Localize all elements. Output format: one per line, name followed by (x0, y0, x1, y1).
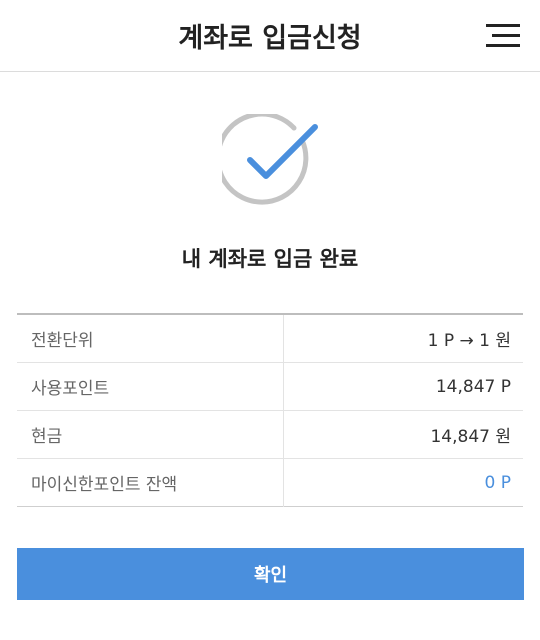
conversion-details-table: 전환단위 1 P → 1 원 사용포인트 14,847 P 현금 14,847 … (17, 313, 523, 507)
cash-value: 14,847 원 (283, 410, 523, 459)
conversion-unit-label: 전환단위 (17, 314, 284, 363)
point-balance-value: 0 P (484, 472, 511, 493)
table-row: 전환단위 1 P → 1 원 (17, 314, 523, 363)
check-circle-icon (215, 111, 318, 210)
used-points-label: 사용포인트 (17, 362, 284, 411)
cash-label: 현금 (17, 410, 284, 459)
app-header: 계좌로 입금신청 (0, 0, 540, 72)
conversion-unit-value: 1 P → 1 원 (283, 314, 523, 363)
hamburger-menu-icon (486, 24, 520, 47)
table-row: 현금 14,847 원 (17, 410, 523, 459)
table-row: 사용포인트 14,847 P (17, 362, 523, 411)
point-balance-label: 마이신한포인트 잔액 (17, 458, 284, 507)
table-row: 마이신한포인트 잔액 0 P (17, 458, 523, 507)
confirm-button[interactable]: 확인 (17, 548, 524, 600)
page-title: 계좌로 입금신청 (178, 23, 362, 54)
completion-message: 내 계좌로 입금 완료 (181, 247, 359, 271)
hamburger-menu-button[interactable] (486, 22, 520, 50)
used-points-value: 14,847 P (283, 362, 523, 411)
